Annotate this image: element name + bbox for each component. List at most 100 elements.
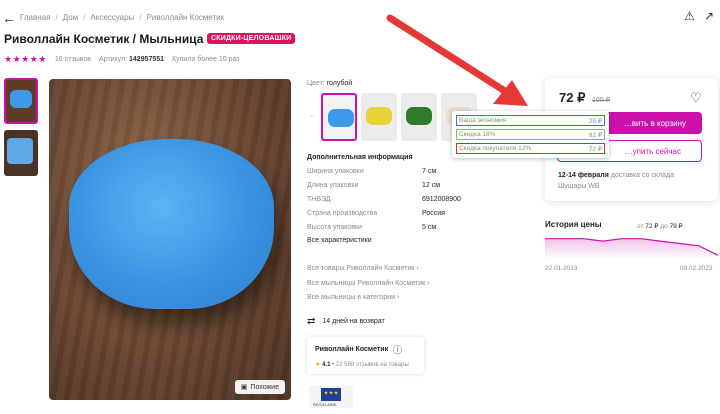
rating-stars-icon: ★★★★★ (4, 54, 47, 64)
price-history-title: История цены (545, 220, 602, 229)
tooltip-label: Скидка покупателя 12% (459, 145, 532, 152)
back-arrow-icon[interactable]: ← (2, 10, 16, 26)
link-all-category-soap-dishes[interactable]: Все мыльницы в категории › (307, 294, 399, 301)
spec-row: Высота упаковки 5 см (307, 224, 477, 231)
rating-row: ★★★★★ 16 отзывов Артикул: 142957551 Купи… (4, 54, 240, 65)
brand-name-row: Риволлайн Косметик ⓘ (315, 343, 416, 356)
history-start-date: 22.01.2023 (545, 265, 578, 272)
color-label: Цвет: голубой (307, 80, 352, 87)
breadcrumb-item-accessories[interactable]: Аксессуары (90, 13, 134, 22)
spec-name: Высота упаковки (307, 224, 362, 231)
tooltip-row-discount: Скидка 18% 82 ₽ (456, 129, 605, 140)
tooltip-label: Скидка 18% (459, 131, 496, 138)
color-swatch-yellow[interactable] (361, 93, 397, 141)
link-all-brand-goods[interactable]: Все товары Риволлайн Косметик › (307, 265, 419, 272)
return-policy: ⇄ 14 дней на возврат (307, 316, 385, 327)
arrow-shaft (386, 14, 512, 97)
report-icon[interactable]: ⚠ (684, 9, 695, 23)
spec-name: Ширина упаковки (307, 168, 364, 175)
current-price[interactable]: 72 ₽ (559, 90, 585, 106)
range-to: 79 ₽ (669, 223, 683, 230)
brand-meta: ★ 4.1 • 22 588 отзывов на товары (315, 361, 416, 368)
history-end-date: 09.02.2023 (680, 265, 713, 272)
breadcrumb-item-home[interactable]: Главная (20, 13, 50, 22)
bought-count: Купили более 10 раз (172, 56, 240, 63)
article: Артикул: 142957551 (99, 56, 164, 63)
price-history-area (545, 238, 718, 260)
star-icon: ★ (315, 362, 321, 368)
eu-stars-icon: ✦✦✦ (321, 388, 341, 401)
soap-dish-thumb-image (10, 90, 32, 108)
link-all-brand-soap-dishes[interactable]: Все мыльницы Риволлайн Косметик › (307, 280, 429, 287)
tooltip-row-savings: Ваша экономия 28 ₽ (456, 115, 605, 126)
brand-card[interactable]: Риволлайн Косметик ⓘ ★ 4.1 • 22 588 отзыв… (307, 337, 424, 374)
breadcrumb-separator: / (55, 13, 58, 22)
tooltip-row-buyer-discount: Скидка покупателя 12% 72 ₽ (456, 143, 605, 154)
brand-rating: 4.1 (322, 362, 331, 368)
range-from: 72 ₽ (645, 223, 659, 230)
price-history-chart[interactable] (545, 234, 718, 260)
breadcrumb-item-brand[interactable]: Риволлайн Косметик (147, 13, 225, 22)
soap-dish-image (69, 139, 274, 309)
reviews-count[interactable]: 16 отзывов (55, 56, 91, 63)
main-product-photo[interactable]: ▣ Похожие (49, 79, 291, 400)
return-policy-text: 14 дней на возврат (322, 318, 385, 325)
range-from-label: от (637, 223, 644, 230)
swatch-yellow-image (366, 107, 392, 125)
spec-row: Страна производства Россия (307, 210, 477, 217)
spec-value: Россия (422, 210, 445, 217)
breadcrumb-separator: / (83, 13, 86, 22)
brand-logo-text: RIVOLLAINE (313, 402, 337, 407)
similar-button-label: Похожие (250, 383, 279, 391)
warehouse-name: Шушары WB (558, 183, 600, 190)
spec-name: Длина упаковки (307, 182, 359, 189)
color-swatch-green[interactable] (401, 93, 437, 141)
delivery-info: 12-14 февраля доставка со склада (558, 172, 674, 179)
tooltip-value: 82 ₽ (588, 131, 602, 139)
color-swatch-blue[interactable] (321, 93, 357, 141)
spec-value: 5 см (422, 224, 437, 231)
thumbnail-1[interactable] (4, 78, 38, 124)
brand-reviews: • 22 588 отзывов на товары (332, 362, 409, 368)
thumbnail-2[interactable] (4, 130, 38, 176)
tooltip-label: Ваша экономия (459, 117, 507, 124)
delivery-text: доставка со склада (610, 172, 675, 179)
swatch-blue-image (328, 109, 354, 127)
promo-badge[interactable]: СКИДКИ-ЦЕЛОВАШКИ (207, 33, 296, 44)
top-actions: ⚠ ↗ (684, 9, 714, 23)
spec-name: Страна производства (307, 210, 378, 217)
spec-row: Длина упаковки 12 см (307, 182, 477, 189)
spec-value: 12 см (422, 182, 441, 189)
breadcrumb: Главная / Дом / Аксессуары / Риволлайн Косм… (20, 13, 224, 22)
product-title: Риволлайн Косметик / Мыльница (4, 32, 204, 46)
tooltip-value: 28 ₽ (588, 117, 602, 125)
return-arrows-icon: ⇄ (307, 316, 316, 327)
info-icon[interactable]: ⓘ (393, 343, 402, 356)
old-price: 100 ₽ (592, 97, 611, 104)
article-label: Артикул: (99, 56, 128, 63)
breadcrumb-separator: / (139, 13, 142, 22)
tooltip-value: 72 ₽ (588, 145, 602, 153)
share-icon[interactable]: ↗ (704, 9, 714, 23)
soap-dish-open-thumb-image (7, 138, 33, 164)
spec-name: ТНВЭД (307, 196, 331, 203)
range-to-label: до (660, 223, 668, 230)
swatch-green-image (406, 107, 432, 125)
article-number[interactable]: 142957551 (129, 56, 164, 63)
all-specs-link[interactable]: Все характеристики (307, 237, 372, 244)
spec-row: Ширина упаковки 7 см (307, 168, 477, 175)
favorite-heart-icon[interactable]: ♡ (690, 90, 702, 106)
price-history-range: от 72 ₽ до 79 ₽ (637, 222, 683, 230)
brand-name: Риволлайн Косметик (315, 346, 389, 353)
swatch-prev-arrow-icon[interactable]: ← (308, 110, 318, 121)
spec-value: 6912008900 (422, 196, 461, 203)
similar-button[interactable]: ▣ Похожие (234, 380, 285, 394)
image-search-icon: ▣ (240, 384, 248, 391)
color-value: голубой (326, 80, 353, 87)
spec-row: ТНВЭД 6912008900 (307, 196, 477, 203)
brand-logo[interactable]: ✦✦✦ RIVOLLAINE (309, 386, 353, 408)
spec-value: 7 см (422, 168, 437, 175)
specs-heading: Дополнительная информация (307, 154, 413, 161)
breadcrumb-item-home-goods[interactable]: Дом (63, 13, 78, 22)
arrow-head (493, 80, 528, 106)
